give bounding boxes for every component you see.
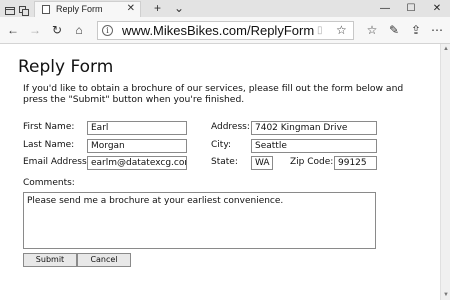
last-name-label: Last Name: [23,140,75,150]
state-label: State: [211,157,238,167]
page-content: Reply Form If you'd like to obtain a bro… [0,44,440,300]
tab-close-icon[interactable]: ✕ [127,3,135,14]
share-icon[interactable]: ⇪ [408,22,424,38]
intro-text: If you'd like to obtain a brochure of ou… [23,83,404,105]
address-field[interactable]: 7402 Kingman Drive [251,121,377,135]
home-icon[interactable]: ⌂ [72,23,86,37]
address-label: Address: [211,122,250,132]
more-menu-icon[interactable]: ⋯ [429,22,445,38]
back-arrow-icon[interactable]: ← [6,23,20,37]
favorite-star-icon[interactable]: ☆ [336,23,347,37]
reading-view-icon[interactable]: ▯ [317,25,323,36]
state-field[interactable]: WA [251,156,273,170]
new-tab-button[interactable]: + [154,1,161,15]
title-bar: Reply Form ✕ + ⌄ — ☐ ✕ [0,0,450,17]
site-info-icon[interactable]: i [102,25,113,36]
cancel-button[interactable]: Cancel [77,253,131,267]
refresh-icon[interactable]: ↻ [50,23,64,37]
email-field[interactable]: earlm@datatexcg.com [87,156,187,170]
comments-textarea[interactable]: Please send me a brochure at your earlie… [23,192,376,249]
zip-field[interactable]: 99125 [334,156,377,170]
tab-reply-form[interactable]: Reply Form ✕ [34,1,141,17]
address-bar[interactable]: i www.MikesBikes.com/ReplyForm ▯ ☆ [97,21,354,40]
page-icon [42,5,50,14]
address-url[interactable]: www.MikesBikes.com/ReplyForm [122,23,314,38]
email-label: Email Address: [23,157,90,167]
zip-label: Zip Code: [290,157,334,167]
tab-list-icon[interactable] [5,3,15,15]
city-field[interactable]: Seattle [251,139,377,153]
web-note-pen-icon[interactable]: ✎ [386,22,402,38]
maximize-button[interactable]: ☐ [400,1,422,16]
tab-title: Reply Form [56,4,103,14]
close-window-button[interactable]: ✕ [426,1,448,16]
minimize-button[interactable]: — [374,1,396,16]
scroll-down-icon[interactable]: ▼ [443,292,449,298]
page-title: Reply Form [18,57,114,77]
browser-toolbar: ← → ↻ ⌂ i www.MikesBikes.com/ReplyForm ▯… [0,17,450,44]
last-name-field[interactable]: Morgan [87,139,187,153]
tabs-aside-icon[interactable] [19,3,29,16]
first-name-field[interactable]: Earl [87,121,187,135]
tab-menu-chevron-icon[interactable]: ⌄ [174,1,184,15]
submit-button[interactable]: Submit [23,253,77,267]
favorites-hub-icon[interactable]: ☆ [364,22,380,38]
scroll-up-icon[interactable]: ▲ [443,46,449,52]
comments-label: Comments: [23,178,75,188]
forward-arrow-icon[interactable]: → [28,23,42,37]
first-name-label: First Name: [23,122,75,132]
city-label: City: [211,140,232,150]
vertical-scrollbar[interactable]: ▲ ▼ [440,44,450,300]
